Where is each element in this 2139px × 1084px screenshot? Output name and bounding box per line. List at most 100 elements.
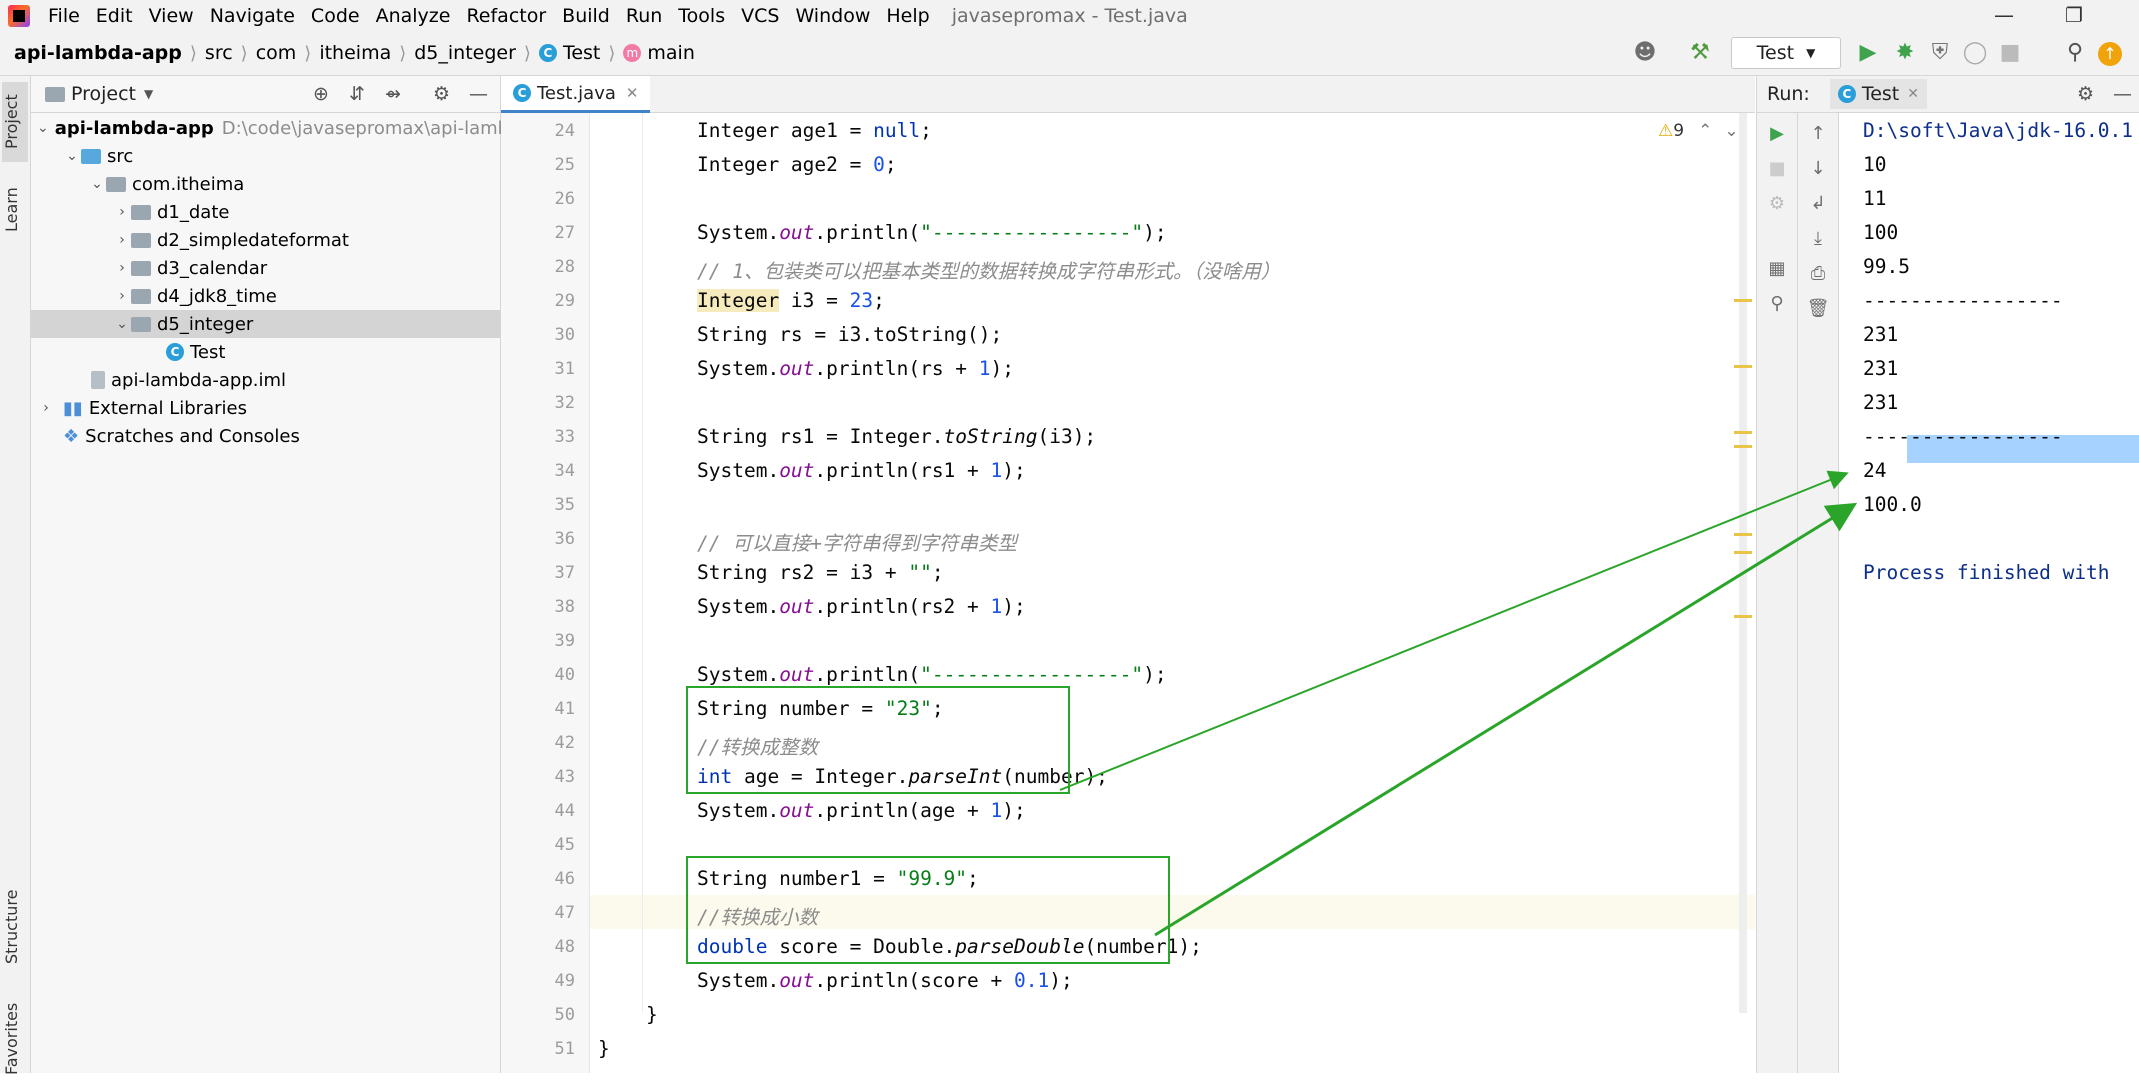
indent-guide bbox=[642, 113, 643, 1013]
code-line-34: System.out.println(rs1 + 1); bbox=[697, 459, 1026, 482]
chevron-down-icon[interactable]: ⌄ bbox=[1724, 121, 1738, 141]
coverage-icon[interactable]: ⛨ bbox=[1925, 40, 1955, 65]
line-number: 50 bbox=[554, 1005, 575, 1025]
menu-file[interactable]: File bbox=[40, 5, 88, 27]
scroll-to-end-icon[interactable]: ⤓ bbox=[1798, 228, 1838, 249]
minimize-icon[interactable]: — bbox=[1974, 0, 2034, 31]
warning-stripe-mark[interactable] bbox=[1734, 551, 1752, 554]
tree-item-src[interactable]: ⌄ src bbox=[31, 142, 532, 170]
project-tool-tab[interactable]: Project bbox=[2, 82, 28, 162]
menu-vcs[interactable]: VCS bbox=[733, 5, 787, 27]
tree-item-scratches[interactable]: ❖ Scratches and Consoles bbox=[31, 422, 532, 450]
breadcrumb-src[interactable]: src bbox=[201, 42, 237, 64]
tree-item-com-itheima[interactable]: ⌄ com.itheima bbox=[31, 170, 557, 198]
trash-icon[interactable]: 🗑 bbox=[1798, 298, 1838, 319]
rerun-icon[interactable]: ▶ bbox=[1757, 123, 1797, 144]
warning-stripe-mark[interactable] bbox=[1734, 615, 1752, 618]
breadcrumb-main[interactable]: m main bbox=[619, 42, 698, 64]
project-panel-title[interactable]: Project bbox=[71, 83, 136, 105]
breadcrumb-com[interactable]: com bbox=[252, 42, 301, 64]
structure-tool-tab[interactable]: Structure bbox=[2, 872, 28, 982]
warning-indicator[interactable]: ⚠9 ⌃ ⌄ bbox=[1658, 121, 1739, 141]
breadcrumb-project[interactable]: api-lambda-app bbox=[0, 42, 186, 64]
tree-item-d2-simpledateformat[interactable]: › d2_simpledateformat bbox=[31, 226, 582, 254]
run-panel-header: Run: C Test ✕ ⚙ — bbox=[1757, 76, 2139, 113]
hide-icon[interactable]: — bbox=[469, 83, 488, 105]
close-icon[interactable]: ✕ bbox=[626, 84, 639, 102]
expand-all-icon[interactable]: ⇵ bbox=[349, 83, 365, 105]
method-icon: m bbox=[623, 44, 642, 62]
line-number: 45 bbox=[554, 835, 575, 855]
dump-threads-icon[interactable]: ⚙ bbox=[1757, 193, 1797, 214]
profile-icon[interactable]: ◯ bbox=[1960, 40, 1990, 65]
menu-help[interactable]: Help bbox=[878, 5, 937, 27]
breadcrumb-d5-integer[interactable]: d5_integer bbox=[410, 42, 520, 64]
warning-stripe-mark[interactable] bbox=[1734, 365, 1752, 368]
close-icon[interactable]: ✕ bbox=[1907, 86, 1919, 102]
stop-icon[interactable]: ■ bbox=[1995, 40, 2025, 65]
favorites-tool-tab[interactable]: Favorites bbox=[2, 994, 28, 1084]
menu-tools[interactable]: Tools bbox=[670, 5, 733, 27]
console-line: D:\soft\Java\jdk-16.0.1 bbox=[1863, 119, 2134, 142]
warning-stripe-mark[interactable] bbox=[1734, 445, 1752, 448]
run-tab-test[interactable]: C Test ✕ bbox=[1829, 79, 1927, 109]
tab-test-java[interactable]: C Test.java ✕ bbox=[501, 76, 651, 113]
menu-navigate[interactable]: Navigate bbox=[202, 5, 303, 27]
menu-edit[interactable]: Edit bbox=[88, 5, 141, 27]
tree-item-iml[interactable]: api-lambda-app.iml bbox=[31, 366, 560, 394]
tree-item-external-libraries[interactable]: › ▮▮ External Libraries bbox=[31, 394, 506, 422]
console-line: 10 bbox=[1863, 153, 1887, 176]
scrollbar-track[interactable] bbox=[1739, 113, 1747, 1013]
stop-icon[interactable]: ■ bbox=[1757, 158, 1797, 179]
build-hammer-icon[interactable]: ⚒ bbox=[1685, 40, 1715, 65]
tree-item-d4-jdk8-time[interactable]: › d4_jdk8_time bbox=[31, 282, 582, 310]
menu-run[interactable]: Run bbox=[618, 5, 670, 27]
tree-item-d5-integer[interactable]: ⌄ d5_integer bbox=[31, 310, 500, 338]
run-config-select[interactable]: Test ▼ bbox=[1731, 37, 1841, 69]
locate-icon[interactable]: ⊕ bbox=[313, 83, 329, 105]
menu-analyze[interactable]: Analyze bbox=[368, 5, 459, 27]
tree-item-d3-calendar[interactable]: › d3_calendar bbox=[31, 254, 582, 282]
breadcrumb-itheima[interactable]: itheima bbox=[315, 42, 395, 64]
soft-wrap-icon[interactable]: ↲ bbox=[1798, 193, 1838, 214]
chevron-down-icon[interactable]: ▼ bbox=[144, 87, 153, 101]
warning-stripe-mark[interactable] bbox=[1734, 533, 1752, 536]
chevron-right-icon: › bbox=[119, 204, 125, 220]
line-number: 39 bbox=[554, 631, 575, 651]
pin-icon[interactable]: ⚲ bbox=[1757, 293, 1797, 314]
user-icon[interactable]: ☻ bbox=[1630, 40, 1660, 65]
chevron-up-icon[interactable]: ⌃ bbox=[1698, 121, 1712, 141]
restore-icon[interactable]: ❐ bbox=[2044, 0, 2104, 31]
search-icon[interactable]: ⚲ bbox=[2060, 40, 2090, 65]
console-output[interactable]: D:\soft\Java\jdk-16.0.1 10 11 100 99.5 -… bbox=[1839, 113, 2139, 1073]
learn-tool-tab[interactable]: Learn bbox=[2, 180, 28, 240]
gear-icon[interactable]: ⚙ bbox=[433, 83, 450, 105]
gear-icon[interactable]: ⚙ bbox=[2077, 83, 2094, 105]
collapse-all-icon[interactable]: ⇴ bbox=[385, 83, 401, 105]
update-icon[interactable]: ↑ bbox=[2098, 42, 2122, 66]
debug-icon[interactable]: ✸ bbox=[1890, 40, 1920, 65]
arrow-up-icon[interactable]: ↑ bbox=[1798, 123, 1838, 144]
layout-icon[interactable]: ▦ bbox=[1757, 258, 1797, 279]
run-icon[interactable]: ▶ bbox=[1853, 40, 1883, 65]
menu-view[interactable]: View bbox=[141, 5, 202, 27]
menu-build[interactable]: Build bbox=[554, 5, 618, 27]
line-number: 51 bbox=[554, 1039, 575, 1059]
tree-item-d1-date[interactable]: › d1_date bbox=[31, 198, 582, 226]
line-number: 44 bbox=[554, 801, 575, 821]
menu-window[interactable]: Window bbox=[787, 5, 878, 27]
tree-item-api-lambda-app[interactable]: ⌄ api-lambda-app D:\code\javasepromax\api-… bbox=[31, 114, 509, 142]
breadcrumb-test[interactable]: C Test bbox=[535, 42, 604, 64]
print-icon[interactable]: ⎙ bbox=[1798, 263, 1838, 284]
warning-stripe-mark[interactable] bbox=[1734, 299, 1752, 302]
source-folder-icon bbox=[81, 148, 101, 164]
arrow-down-icon[interactable]: ↓ bbox=[1798, 158, 1838, 179]
tree-item-label: Scratches and Consoles bbox=[85, 425, 300, 447]
menu-code[interactable]: Code bbox=[303, 5, 368, 27]
menu-refactor[interactable]: Refactor bbox=[458, 5, 554, 27]
intellij-logo-icon bbox=[8, 4, 30, 27]
hide-icon[interactable]: — bbox=[2113, 83, 2132, 105]
warning-stripe-mark[interactable] bbox=[1734, 431, 1752, 434]
line-number: 26 bbox=[554, 189, 575, 209]
code-editor[interactable]: ⚠9 ⌃ ⌄ Integer age1 = null; Integer age2 =… bbox=[590, 113, 1755, 1073]
